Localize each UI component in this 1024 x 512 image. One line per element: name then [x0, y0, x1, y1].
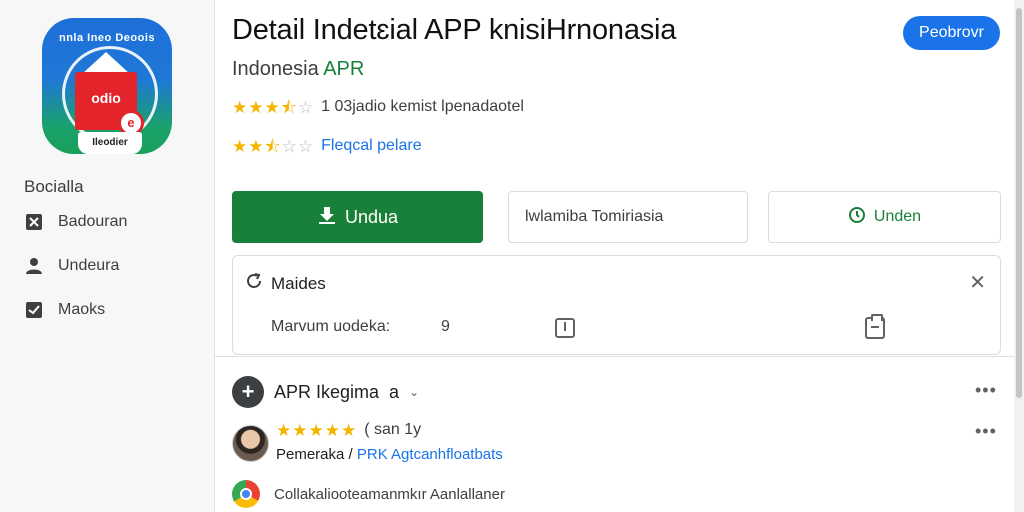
star-full-icon: ★: [264, 97, 280, 117]
header-action-button[interactable]: Peobrovr: [903, 16, 1000, 50]
sidebar-item-label: Maoks: [58, 301, 106, 318]
rating-text: 1 03jadio kemist lpenadaotel: [321, 98, 524, 115]
star-empty-icon: ☆: [297, 97, 314, 117]
details-panel: Maides ✕ Marvum uodeka: 9: [232, 255, 1001, 355]
chevron-down-icon: ⌄: [409, 385, 420, 399]
review-rating: ★ ★ ★ ★ ★ ( san 1y: [276, 421, 421, 439]
panel-row-value: 9: [441, 318, 450, 335]
close-icon[interactable]: ✕: [969, 270, 986, 295]
app-logo-bottom-text: Ileodier: [78, 132, 142, 154]
footer-row[interactable]: Collakaliooteamanmkır Aanlallaner: [232, 480, 505, 508]
rating-link[interactable]: Fleqcal pelare: [321, 137, 422, 155]
secondary-action-label: Unden: [873, 208, 922, 225]
star-full-icon: ★: [292, 420, 308, 440]
star-full-icon: ★: [308, 420, 324, 440]
star-full-icon: ★: [232, 136, 248, 156]
sidebar-item-label: Undeura: [58, 257, 120, 274]
star-full-icon: ★: [341, 420, 357, 440]
star-full-icon: ★: [232, 97, 248, 117]
star-empty-icon: ☆: [281, 136, 297, 156]
subtitle-prefix: Indonesia: [232, 58, 319, 80]
check-box-icon: [24, 300, 44, 320]
clipboard-icon[interactable]: [865, 314, 885, 339]
star-full-icon: ★: [248, 136, 264, 156]
chrome-icon: [232, 480, 260, 508]
download-icon: [317, 205, 337, 230]
document-icon[interactable]: [555, 318, 575, 338]
panel-header: Maides: [245, 272, 326, 295]
app-logo-card-text: odio: [91, 90, 121, 106]
person-icon: [24, 256, 44, 276]
star-half-icon: ⯪: [264, 136, 281, 156]
sidebar-item-label: Badouran: [58, 213, 128, 230]
sidebar-item-undeura[interactable]: Undeura: [24, 256, 119, 276]
panel-row-label: Marvum uodeka:: [271, 318, 391, 335]
star-half-icon: ⯪: [280, 97, 297, 117]
more-options-icon[interactable]: •••: [975, 380, 997, 401]
panel-title: Maides: [271, 273, 326, 293]
review-link[interactable]: PRK Agtcanhfloatbats: [357, 446, 503, 463]
clock-icon: [848, 206, 866, 229]
info-box[interactable]: lwlamiba Tomiriasia: [508, 191, 748, 243]
rating-row-secondary: ★ ★ ⯪ ☆ ☆ Fleqcal pelare: [232, 137, 422, 155]
scrollbar[interactable]: [1014, 0, 1024, 512]
review-more-options-icon[interactable]: •••: [975, 421, 997, 442]
star-full-icon: ★: [324, 420, 340, 440]
install-button-label: Undua: [344, 206, 399, 227]
install-button[interactable]: Undua: [232, 191, 483, 243]
star-empty-icon: ☆: [297, 136, 314, 156]
app-logo: nnla Ineo Deoois odio e Ileodier: [42, 18, 172, 154]
star-full-icon: ★: [248, 97, 264, 117]
rating-row-primary: ★ ★ ★ ⯪ ☆ 1 03jadio kemist lpenadaotel: [232, 98, 524, 116]
review-section-suffix: a: [389, 381, 400, 402]
subtitle-accent: APR: [323, 58, 365, 80]
review-star-rating: ★ ★ ★ ★ ★: [276, 422, 356, 439]
info-box-text: lwlamiba Tomiriasia: [525, 208, 664, 225]
page-subtitle: Indonesia APR: [232, 58, 364, 81]
sidebar: nnla Ineo Deoois odio e Ileodier Bociall…: [0, 0, 215, 512]
section-divider: [215, 356, 1024, 357]
add-icon: +: [232, 376, 264, 408]
sidebar-item-badouran[interactable]: Badouran: [24, 212, 127, 232]
star-rating: ★ ★ ⯪ ☆ ☆: [232, 138, 313, 155]
review-author-line: Pemeraka / PRK Agtcanhfloatbats: [276, 446, 503, 463]
app-logo-ring-text: nnla Ineo Deoois: [58, 32, 155, 44]
review-section-header[interactable]: + APR Ikegima a ⌄: [232, 376, 419, 408]
page-title: Detail Indetɛial APP knisiHrnonasia: [232, 14, 677, 46]
refresh-icon: [245, 272, 263, 295]
sidebar-heading: Bocialla: [24, 177, 84, 196]
footer-text: Collakaliooteamanmkır Aanlallaner: [274, 485, 505, 503]
review-meta: ( san 1y: [364, 421, 422, 438]
sidebar-item-maoks[interactable]: Maoks: [24, 300, 105, 320]
scrollbar-thumb[interactable]: [1016, 8, 1022, 398]
bookmark-x-icon: [24, 212, 44, 232]
star-full-icon: ★: [276, 420, 292, 440]
avatar: [232, 425, 269, 462]
secondary-action-button[interactable]: Unden: [768, 191, 1001, 243]
review-author: Pemeraka /: [276, 446, 353, 463]
review-section-title: APR Ikegima: [274, 381, 380, 402]
star-rating: ★ ★ ★ ⯪ ☆: [232, 99, 313, 116]
